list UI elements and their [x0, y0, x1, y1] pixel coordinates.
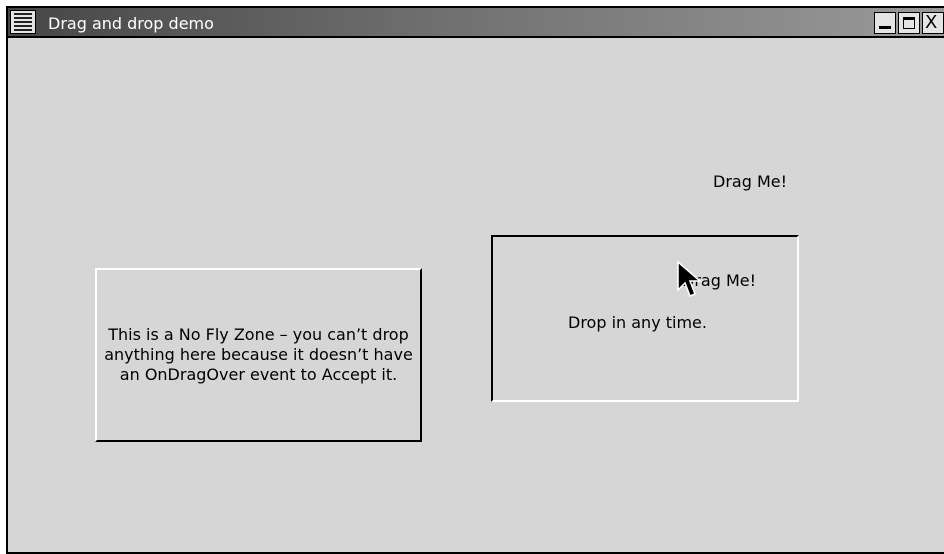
minimize-icon — [879, 26, 891, 29]
close-button[interactable]: X — [922, 12, 944, 34]
app-window: Drag and drop demo X Drag Me! This is a … — [6, 6, 944, 554]
window-title: Drag and drop demo — [48, 14, 214, 33]
window-menu-icon[interactable] — [10, 10, 36, 34]
minimize-button[interactable] — [874, 12, 896, 34]
mouse-cursor-icon — [677, 260, 702, 297]
maximize-icon — [903, 17, 915, 29]
drag-source-label[interactable]: Drag Me! — [713, 172, 787, 191]
maximize-button[interactable] — [898, 12, 920, 34]
title-bar[interactable]: Drag and drop demo X — [8, 8, 944, 38]
close-icon: X — [925, 12, 938, 33]
client-area: Drag Me! This is a No Fly Zone – you can… — [8, 38, 944, 552]
drop-zone-panel[interactable]: Drag Me! Drop in any time. — [491, 235, 799, 402]
drop-zone-text: Drop in any time. — [568, 313, 707, 332]
no-fly-zone-panel: This is a No Fly Zone – you can’t drop a… — [95, 268, 422, 442]
no-fly-zone-text: This is a No Fly Zone – you can’t drop a… — [104, 325, 413, 384]
